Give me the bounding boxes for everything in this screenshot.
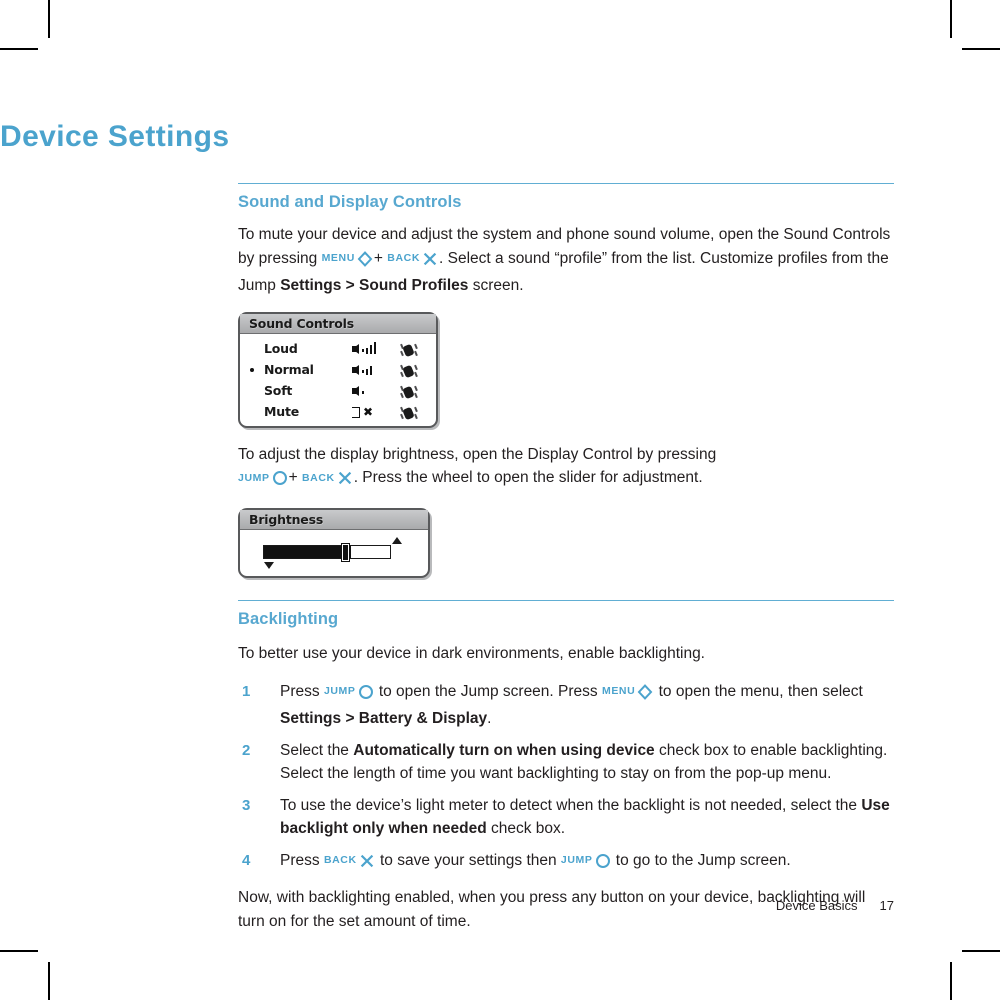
diamond-outline-icon bbox=[357, 251, 373, 275]
brightness-slider-knob[interactable] bbox=[341, 542, 351, 562]
step-number: 2 bbox=[242, 741, 251, 759]
x-mark-icon bbox=[422, 251, 438, 275]
key-label-back: BACK bbox=[323, 854, 357, 867]
crop-mark-bottom-right-vertical bbox=[950, 962, 952, 1000]
crop-mark-bottom-left-horizontal bbox=[0, 950, 38, 952]
x-mark-icon bbox=[337, 470, 353, 494]
figure-brightness-screenshot: Brightness bbox=[238, 507, 430, 578]
section-backlighting: Backlighting To better use your device i… bbox=[238, 599, 894, 933]
key-label-jump: JUMP bbox=[323, 685, 356, 698]
crop-mark-bottom-right-horizontal bbox=[962, 950, 1000, 952]
triangle-up-icon[interactable] bbox=[392, 536, 402, 544]
figure-sound-controls-screenshot: Sound Controls Loud Normal Soft Mute ✖ bbox=[238, 311, 438, 428]
step-text-fragment: to save your settings then bbox=[375, 851, 561, 869]
brightness-slider-fill bbox=[264, 545, 351, 558]
bold-checkbox-automatically-turn-on: Automatically turn on when using device bbox=[353, 741, 655, 759]
step-number: 4 bbox=[242, 851, 251, 869]
speaker-mute-icon: ✖ bbox=[352, 401, 392, 422]
section-sound-and-display-controls: Sound and Display Controls To mute your … bbox=[238, 183, 894, 578]
list-item[interactable]: Normal bbox=[240, 359, 436, 380]
list-item-step-4: 4 Press BACK to save your settings then J… bbox=[238, 849, 894, 877]
crop-mark-bottom-left-vertical bbox=[48, 962, 50, 1000]
vibrate-icon bbox=[400, 360, 418, 381]
list-item-step-1: 1 Press JUMP to open the Jump screen. Pre… bbox=[238, 680, 894, 731]
selected-bullet-icon bbox=[250, 367, 254, 372]
device-titlebar-sound-controls: Sound Controls bbox=[240, 313, 436, 334]
crop-mark-top-right-vertical bbox=[950, 0, 952, 38]
footer-running-head: Device Basics bbox=[775, 898, 858, 913]
circle-outline-icon bbox=[272, 470, 288, 494]
step-text-fragment: . bbox=[487, 710, 492, 728]
key-label-back: BACK bbox=[301, 471, 335, 484]
list-item[interactable]: Mute ✖ bbox=[240, 401, 436, 422]
vibrate-icon bbox=[400, 339, 418, 360]
page-title: Device Settings bbox=[0, 120, 230, 153]
step-text-fragment: Press bbox=[280, 851, 324, 869]
sound-profile-label: Loud bbox=[264, 340, 298, 356]
vibrate-icon bbox=[400, 402, 418, 423]
circle-outline-icon bbox=[358, 684, 374, 708]
step-number: 3 bbox=[242, 796, 251, 814]
brightness-slider-body bbox=[240, 530, 428, 574]
paragraph-backlighting-intro: To better use your device in dark enviro… bbox=[238, 645, 705, 663]
x-mark-icon bbox=[359, 853, 375, 877]
circle-outline-icon bbox=[595, 853, 611, 877]
step-text-fragment: Press bbox=[280, 682, 324, 700]
crop-mark-top-right-horizontal bbox=[962, 48, 1000, 50]
bold-menu-path-sound-profiles: Settings > Sound Profiles bbox=[280, 277, 469, 295]
vibrate-icon bbox=[400, 381, 418, 402]
step-text-fragment: Select the bbox=[280, 741, 354, 759]
key-label-menu: MENU bbox=[321, 252, 355, 265]
list-item[interactable]: Soft bbox=[240, 380, 436, 401]
speaker-loud-icon bbox=[352, 338, 392, 359]
list-item[interactable]: Loud bbox=[240, 338, 436, 359]
crop-mark-top-left-horizontal bbox=[0, 48, 38, 50]
paragraph-text-fragment: To adjust the display brightness, open t… bbox=[238, 445, 717, 463]
step-text-fragment: To use the device’s light meter to detec… bbox=[280, 796, 862, 814]
section-heading-sound-and-display-controls: Sound and Display Controls bbox=[238, 193, 462, 212]
sound-profile-label: Normal bbox=[264, 361, 314, 377]
speaker-soft-icon bbox=[352, 380, 392, 401]
key-label-jump: JUMP bbox=[238, 471, 270, 484]
sound-profile-label: Mute bbox=[264, 403, 299, 419]
step-text-fragment: to open the Jump screen. Press bbox=[374, 682, 602, 700]
bold-menu-path-battery-display: Settings > Battery & Display bbox=[280, 710, 488, 728]
key-label-menu: MENU bbox=[601, 685, 636, 698]
paragraph-text-fragment: . Press the wheel to open the slider for… bbox=[353, 469, 703, 487]
paragraph-text-fragment: screen. bbox=[468, 277, 524, 295]
sound-profile-label: Soft bbox=[264, 382, 293, 398]
page-content: Sound and Display Controls To mute your … bbox=[238, 183, 894, 933]
brightness-slider-track[interactable] bbox=[263, 542, 391, 562]
plus-separator: + bbox=[288, 469, 298, 487]
device-titlebar-brightness: Brightness bbox=[240, 509, 428, 530]
paragraph-display-brightness: To adjust the display brightness, open t… bbox=[238, 443, 894, 494]
crop-mark-top-left-vertical bbox=[48, 0, 50, 38]
diamond-outline-icon bbox=[637, 683, 653, 708]
step-number: 1 bbox=[242, 682, 251, 700]
list-item-step-3: 3 To use the device’s light meter to dete… bbox=[238, 794, 894, 841]
step-text-fragment: to open the menu, then select bbox=[654, 682, 863, 700]
paragraph-sound-controls: To mute your device and adjust the syste… bbox=[238, 223, 894, 298]
step-text-fragment: check box. bbox=[486, 820, 566, 838]
page-footer: Device Basics 17 bbox=[238, 898, 894, 913]
plus-separator: + bbox=[373, 249, 383, 267]
step-text-fragment: to go to the Jump screen. bbox=[611, 851, 791, 869]
key-label-jump: JUMP bbox=[560, 854, 593, 867]
key-label-back: BACK bbox=[387, 252, 421, 265]
speaker-normal-icon bbox=[352, 359, 392, 380]
list-item-step-2: 2 Select the Automatically turn on when u… bbox=[238, 739, 894, 786]
triangle-down-icon[interactable] bbox=[264, 561, 274, 569]
footer-page-number: 17 bbox=[879, 898, 894, 913]
sound-profile-list: Loud Normal Soft Mute ✖ bbox=[240, 334, 436, 422]
section-heading-backlighting: Backlighting bbox=[238, 610, 339, 629]
backlighting-steps-list: 1 Press JUMP to open the Jump screen. Pre… bbox=[238, 680, 894, 877]
